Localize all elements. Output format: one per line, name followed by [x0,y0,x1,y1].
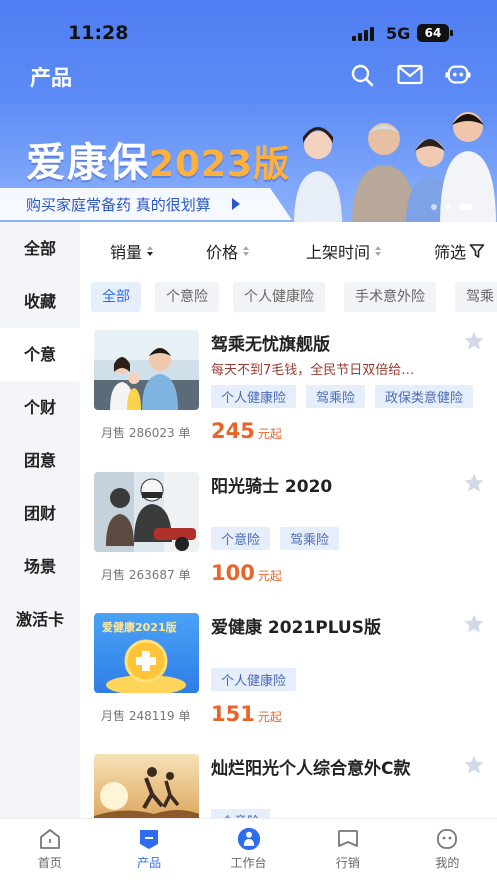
sidebar-item-favorites[interactable]: 收藏 [0,275,80,328]
sort-caret-icon [147,246,154,256]
product-tags: 个意险 驾乘险 [211,527,340,550]
network-label: 5G [386,24,411,43]
search-icon[interactable] [349,62,375,88]
filter-button[interactable]: 筛选 [434,239,485,263]
product-tag: 个人健康险 [211,385,297,408]
sort-time-button[interactable]: 上架时间 [306,239,382,263]
product-icon [137,827,161,851]
product-tag: 驾乘险 [280,527,340,550]
banner-title-main: 爱康保 [26,140,149,186]
product-thumbnail: 爱健康2021版 [94,613,199,693]
product-sales: 月售 286023 单 [101,426,191,440]
tab-label: 首页 [37,856,62,870]
favorite-star-icon[interactable] [463,613,485,635]
product-name: 爱健康 2021PLUS版 [211,618,381,638]
favorite-star-icon[interactable] [463,472,485,494]
tab-product[interactable]: 产品 [99,819,198,883]
product-tags: 个人健康险 驾乘险 政保类意健险 [211,385,474,408]
funnel-icon [469,244,485,258]
banner-title[interactable]: 爱康保2023版 [26,130,290,188]
product-price: 151 元起 [211,702,282,726]
marketing-icon [336,827,360,851]
product-tag: 个意险 [211,527,271,550]
tab-home[interactable]: 首页 [0,819,99,883]
page-title: 产品 [30,66,72,90]
filter-chip-row: 全部 个意险 个人健康险 手术意外险 驾乘 [80,282,497,314]
sidebar-item-all[interactable]: 全部 [0,222,80,275]
sort-price-button[interactable]: 价格 [206,239,250,263]
product-card[interactable]: 灿烂阳光个人综合意外C款 个意险 [80,754,497,818]
product-sales: 月售 263687 单 [101,568,191,582]
product-thumbnail [94,472,199,552]
filter-chip-driving[interactable]: 驾乘 [455,282,497,312]
tab-profile[interactable]: 我的 [398,819,497,883]
filter-chip-personal-accident[interactable]: 个意险 [155,282,219,312]
status-bar: 11:28 5G 64 [0,22,497,46]
product-name: 阳光骑士 2020 [211,477,333,497]
sidebar-item-activation-card[interactable]: 激活卡 [0,593,80,646]
sort-time-label: 上架时间 [306,243,371,262]
banner-title-year: 2023版 [149,144,291,185]
banner-subtitle-strip[interactable]: 购买家庭常备药 真的很划算 [0,188,292,220]
product-description: 每天不到7毛钱，全民节日双倍给… [211,363,415,378]
product-name: 灿烂阳光个人综合意外C款 [211,759,411,779]
tab-label: 工作台 [230,856,267,870]
status-time: 11:28 [68,22,129,44]
bottom-tab-bar: 首页 产品 工作台 行销 我的 [0,818,497,883]
product-card[interactable]: 月售 286023 单 驾乘无忧旗舰版 每天不到7毛钱，全民节日双倍给… 个人健… [80,330,497,470]
battery-icon: 64 [417,24,453,42]
product-thumbnail [94,330,199,410]
workbench-icon [237,827,261,851]
product-card[interactable]: 月售 263687 单 阳光骑士 2020 个意险 驾乘险 100 元起 [80,472,497,612]
favorite-star-icon[interactable] [463,330,485,352]
sidebar-item-scenario[interactable]: 场景 [0,540,80,593]
filter-chip-surgery-accident[interactable]: 手术意外险 [344,282,436,312]
mail-icon[interactable] [397,62,423,88]
product-price: 245 元起 [211,419,282,443]
product-thumbnail-text: 爱健康2021版 [102,620,177,634]
sort-caret-icon [243,246,250,256]
tab-label: 我的 [435,856,460,870]
signal-icon [352,27,374,41]
profile-icon [435,827,459,851]
sidebar-item-personal-property[interactable]: 个财 [0,381,80,434]
sort-price-label: 价格 [206,243,239,262]
product-tag: 个意险 [211,809,271,818]
filter-chip-all[interactable]: 全部 [91,282,141,312]
sort-sales-label: 销量 [110,243,143,262]
sidebar-item-personal-accident[interactable]: 个意 [0,328,80,381]
banner-subtitle: 购买家庭常备药 真的很划算 [26,196,211,214]
sort-sales-button[interactable]: 销量 [110,239,154,263]
sidebar-item-group-accident[interactable]: 团意 [0,434,80,487]
product-tags: 个人健康险 [211,668,297,691]
filter-label: 筛选 [434,243,467,262]
product-card[interactable]: 爱健康2021版 月售 248119 单 爱健康 2021PLUS版 个人健康险… [80,613,497,753]
tab-workbench[interactable]: 工作台 [199,819,298,883]
product-tag: 个人健康险 [211,668,297,691]
home-icon [38,827,62,851]
product-tags: 个意险 [211,809,271,818]
filter-chip-personal-health[interactable]: 个人健康险 [233,282,325,312]
tab-label: 行销 [335,856,360,870]
play-arrow-icon [232,198,240,210]
tab-label: 产品 [137,856,162,870]
product-tag: 驾乘险 [306,385,366,408]
product-thumbnail [94,754,199,818]
favorite-star-icon[interactable] [463,754,485,776]
category-sidebar: 全部 收藏 个意 个财 团意 团财 场景 激活卡 [0,222,80,818]
sort-bar: 销量 价格 上架时间 筛选 [80,222,497,276]
product-name: 驾乘无忧旗舰版 [211,335,330,355]
tab-marketing[interactable]: 行销 [298,819,397,883]
robot-icon[interactable] [445,62,471,88]
banner-pager [431,204,473,210]
sort-caret-icon [375,246,382,256]
product-tag: 政保类意健险 [375,385,474,408]
product-sales: 月售 248119 单 [101,709,191,723]
sidebar-item-group-property[interactable]: 团财 [0,487,80,540]
header-banner-area: 11:28 5G 64 产品 爱康保2023版 购买家庭常备药 真的很划算 [0,0,497,225]
product-price: 100 元起 [211,561,282,585]
